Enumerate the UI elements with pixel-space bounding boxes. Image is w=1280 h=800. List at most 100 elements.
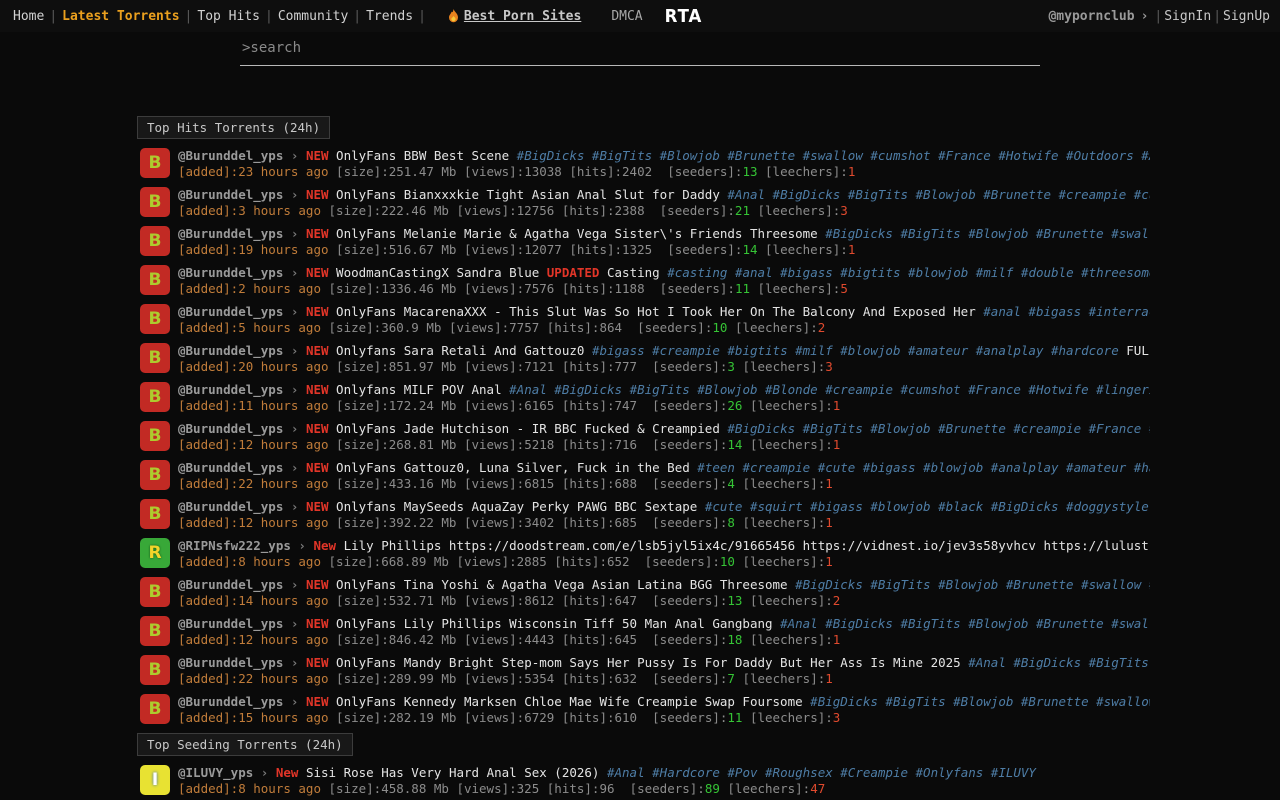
torrent-user[interactable]: @Burunddel_yps: [178, 343, 283, 358]
torrent-title[interactable]: OnlyFans Bianxxxkie Tight Asian Anal Slu…: [336, 187, 720, 202]
torrent-row[interactable]: B @Burunddel_yps › NEW OnlyFans Tina Yosh…: [140, 577, 1280, 609]
user-avatar[interactable]: I: [140, 765, 170, 795]
torrent-user[interactable]: @Burunddel_yps: [178, 694, 283, 709]
torrent-row[interactable]: B@Burunddel_yps › NEW OnlyFans Lily Phil…: [140, 616, 1280, 648]
torrent-tags[interactable]: #Anal #BigDicks #BigTits …: [968, 655, 1150, 670]
user-avatar[interactable]: B: [140, 655, 170, 685]
stat-leechers-value: 1: [848, 242, 856, 257]
nav-community[interactable]: Community: [273, 9, 353, 24]
torrent-user[interactable]: @Burunddel_yps: [178, 304, 283, 319]
torrent-user[interactable]: @RIPNsfw222_yps: [178, 538, 291, 553]
signup-button[interactable]: SignUp: [1221, 9, 1272, 24]
user-avatar[interactable]: B: [140, 226, 170, 256]
user-avatar[interactable]: B: [140, 694, 170, 724]
torrent-title[interactable]: WoodmanCastingX Sandra Blue: [336, 265, 539, 280]
torrent-row[interactable]: B@Burunddel_yps › NEW OnlyFans Bianxxxki…: [140, 187, 1280, 219]
search-bar[interactable]: >search: [240, 34, 1040, 66]
torrent-title[interactable]: OnlyFans Kennedy Marksen Chloe Mae Wife …: [336, 694, 803, 709]
torrent-title-line: @Burunddel_yps › NEW OnlyFans Tina Yoshi…: [178, 577, 1150, 593]
torrent-title[interactable]: Onlyfans MaySeeds AquaZay Perky PAWG BBC…: [336, 499, 697, 514]
user-avatar[interactable]: R: [140, 538, 170, 568]
best-porn-sites-link[interactable]: Best Porn Sites: [448, 9, 581, 24]
dmca-link[interactable]: DMCA: [611, 9, 642, 24]
torrent-user[interactable]: @Burunddel_yps: [178, 226, 283, 241]
torrent-title[interactable]: OnlyFans Tina Yoshi & Agatha Vega Asian …: [336, 577, 788, 592]
torrent-title[interactable]: Lily Phillips https://doodstream.com/e/l…: [344, 538, 1150, 553]
torrent-row[interactable]: B@Burunddel_yps › NEW Onlyfans MILF POV …: [140, 382, 1280, 414]
torrent-tags[interactable]: #Anal #BigDicks #BigTits #Blowjob #Brune…: [780, 616, 1150, 631]
torrent-tags[interactable]: #cute #squirt #bigass #blowjob #black #B…: [705, 499, 1150, 514]
torrent-tags[interactable]: #Anal #BigDicks #BigTits #Blowjob #Blond…: [509, 382, 1150, 397]
torrent-row[interactable]: I@ILUVY_yps › New Sisi Rose Has Very Har…: [140, 765, 1280, 797]
torrent-row[interactable]: B@Burunddel_yps › NEW OnlyFans MacarenaX…: [140, 304, 1280, 336]
torrent-title[interactable]: FULL…: [1126, 343, 1150, 358]
torrent-lines: @RIPNsfw222_yps › New Lily Phillips http…: [178, 538, 1150, 570]
stat-seeders-label: [seeders]:: [652, 476, 727, 491]
user-avatar[interactable]: B: [140, 187, 170, 217]
torrent-tags[interactable]: #bigass #creampie #bigtits #milf #blowjo…: [592, 343, 1119, 358]
nav-separator: |: [353, 9, 361, 24]
user-avatar[interactable]: B: [140, 460, 170, 490]
torrent-title[interactable]: OnlyFans Lily Phillips Wisconsin Tiff 50…: [336, 616, 773, 631]
nav-latest-torrents[interactable]: Latest Torrents: [57, 9, 184, 24]
torrent-tags[interactable]: #BigDicks #BigTits #Blowjob #Brunette #s…: [517, 148, 1150, 163]
user-avatar[interactable]: B: [140, 382, 170, 412]
stat-seeders-label: [seeders]:: [645, 554, 720, 569]
torrent-tags[interactable]: #teen #creampie #cute #bigass #blowjob #…: [697, 460, 1150, 475]
torrent-tags[interactable]: #BigDicks #BigTits #Blowjob #Brunette #s…: [810, 694, 1150, 709]
torrent-user[interactable]: @Burunddel_yps: [178, 499, 283, 514]
torrent-row[interactable]: B@Burunddel_yps › NEW OnlyFans Melanie M…: [140, 226, 1280, 258]
torrent-tags[interactable]: #casting #anal #bigass #bigtits #blowjob…: [667, 265, 1150, 280]
torrent-row[interactable]: R @RIPNsfw222_yps › New Lily Phillips htt…: [140, 538, 1280, 570]
torrent-row[interactable]: B@Burunddel_yps › NEW Onlyfans MaySeeds …: [140, 499, 1280, 531]
torrent-user[interactable]: @Burunddel_yps: [178, 655, 283, 670]
torrent-row[interactable]: B@Burunddel_yps › NEW OnlyFans BBW Best …: [140, 148, 1280, 180]
nav-trends[interactable]: Trends: [361, 9, 418, 24]
user-avatar[interactable]: B: [140, 304, 170, 334]
torrent-tags[interactable]: #BigDicks #BigTits #Blowjob #Brunette #c…: [727, 421, 1150, 436]
user-avatar[interactable]: B: [140, 265, 170, 295]
torrent-row[interactable]: B@Burunddel_yps › NEW OnlyFans Mandy Bri…: [140, 655, 1280, 687]
torrent-row[interactable]: B@Burunddel_yps › NEW OnlyFans Jade Hutc…: [140, 421, 1280, 453]
torrent-row[interactable]: B@Burunddel_yps › NEW Onlyfans Sara Reta…: [140, 343, 1280, 375]
user-avatar[interactable]: B: [140, 616, 170, 646]
search-input[interactable]: >search: [242, 40, 301, 56]
user-avatar[interactable]: B: [140, 499, 170, 529]
torrent-row[interactable]: B@Burunddel_yps › NEW OnlyFans Gattouz0,…: [140, 460, 1280, 492]
torrent-tags[interactable]: #BigDicks #BigTits #Blowjob #Brunette #s…: [825, 226, 1150, 241]
stat-added: [added]:20 hours ago: [178, 359, 336, 374]
torrent-title[interactable]: OnlyFans MacarenaXXX - This Slut Was So …: [336, 304, 976, 319]
nav-home[interactable]: Home: [8, 9, 49, 24]
torrent-title[interactable]: OnlyFans BBW Best Scene: [336, 148, 509, 163]
torrent-title[interactable]: Sisi Rose Has Very Hard Anal Sex (2026): [306, 765, 600, 780]
torrent-title[interactable]: Onlyfans MILF POV Anal: [336, 382, 502, 397]
site-brand[interactable]: @mypornclub: [1048, 9, 1134, 24]
torrent-user[interactable]: @Burunddel_yps: [178, 577, 283, 592]
torrent-user[interactable]: @Burunddel_yps: [178, 265, 283, 280]
torrent-title[interactable]: OnlyFans Melanie Marie & Agatha Vega Sis…: [336, 226, 818, 241]
torrent-user[interactable]: @Burunddel_yps: [178, 460, 283, 475]
signin-button[interactable]: SignIn: [1162, 9, 1213, 24]
user-avatar[interactable]: B: [140, 343, 170, 373]
torrent-title[interactable]: Casting: [607, 265, 660, 280]
torrent-tags[interactable]: #Anal #BigDicks #BigTits #Blowjob #Brune…: [727, 187, 1150, 202]
torrent-tags[interactable]: #anal #bigass #interrac…: [983, 304, 1150, 319]
torrent-tags[interactable]: #BigDicks #BigTits #Blowjob #Brunette #s…: [795, 577, 1150, 592]
user-avatar[interactable]: B: [140, 148, 170, 178]
torrent-row[interactable]: B@Burunddel_yps › NEW OnlyFans Kennedy M…: [140, 694, 1280, 726]
torrent-title[interactable]: OnlyFans Gattouz0, Luna Silver, Fuck in …: [336, 460, 690, 475]
torrent-user[interactable]: @ILUVY_yps: [178, 765, 253, 780]
torrent-row[interactable]: B@Burunddel_yps › NEW WoodmanCastingX Sa…: [140, 265, 1280, 297]
user-avatar[interactable]: B: [140, 577, 170, 607]
torrent-user[interactable]: @Burunddel_yps: [178, 616, 283, 631]
user-avatar[interactable]: B: [140, 421, 170, 451]
torrent-user[interactable]: @Burunddel_yps: [178, 148, 283, 163]
torrent-title[interactable]: OnlyFans Mandy Bright Step-mom Says Her …: [336, 655, 961, 670]
torrent-user[interactable]: @Burunddel_yps: [178, 187, 283, 202]
torrent-user[interactable]: @Burunddel_yps: [178, 382, 283, 397]
torrent-title[interactable]: Onlyfans Sara Retali And Gattouz0: [336, 343, 584, 358]
nav-top-hits[interactable]: Top Hits: [192, 9, 265, 24]
torrent-title[interactable]: OnlyFans Jade Hutchison - IR BBC Fucked …: [336, 421, 720, 436]
torrent-user[interactable]: @Burunddel_yps: [178, 421, 283, 436]
torrent-tags[interactable]: #Anal #Hardcore #Pov #Roughsex #Creampie…: [607, 765, 1036, 780]
